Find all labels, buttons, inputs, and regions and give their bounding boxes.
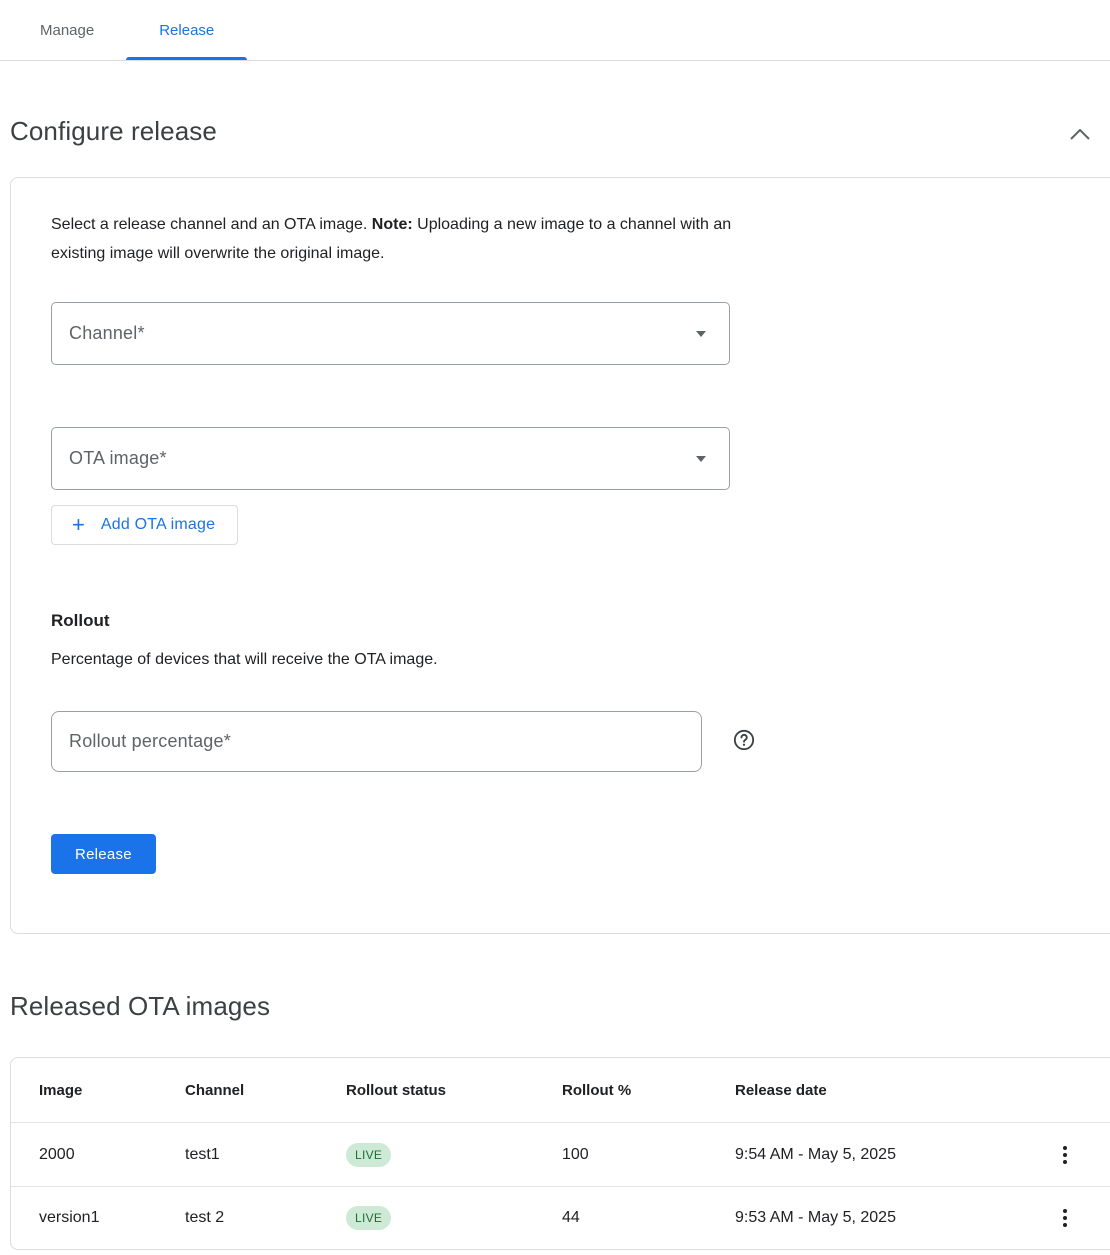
kebab-menu-icon: [1063, 1209, 1067, 1227]
rollout-help-button[interactable]: [733, 729, 755, 754]
tab-release[interactable]: Release: [126, 0, 247, 60]
cell-channel: test1: [185, 1146, 346, 1164]
live-status-badge: LIVE: [346, 1206, 391, 1230]
table-row: version1 test 2 LIVE 44 9:53 AM - May 5,…: [11, 1186, 1110, 1249]
collapse-section-button[interactable]: [1064, 121, 1096, 152]
released-ota-images-title: Released OTA images: [10, 988, 1110, 1024]
release-instructions: Select a release channel and an OTA imag…: [51, 210, 741, 268]
table-header-row: Image Channel Rollout status Rollout % R…: [11, 1058, 1110, 1123]
help-icon: [733, 729, 755, 754]
add-ota-image-button[interactable]: + Add OTA image: [51, 505, 238, 545]
column-header-image: Image: [39, 1082, 185, 1099]
instructions-text: Select a release channel and an OTA imag…: [51, 216, 372, 233]
column-header-channel: Channel: [185, 1082, 346, 1099]
cell-rollout-status: LIVE: [346, 1143, 562, 1167]
cell-rollout-percent: 44: [562, 1209, 735, 1227]
release-button[interactable]: Release: [51, 834, 156, 874]
tab-bar: Manage Release: [0, 0, 1110, 61]
instructions-note-label: Note:: [372, 216, 413, 233]
row-actions-menu-button[interactable]: [1049, 1202, 1081, 1234]
tab-manage[interactable]: Manage: [16, 0, 118, 60]
cell-image: version1: [39, 1209, 185, 1227]
dropdown-arrow-icon: [695, 450, 707, 468]
ota-image-select-label: OTA image*: [69, 448, 167, 469]
dropdown-arrow-icon: [695, 325, 707, 343]
configure-release-header: Configure release: [10, 113, 1096, 152]
add-ota-image-button-label: Add OTA image: [101, 516, 215, 534]
cell-channel: test 2: [185, 1209, 346, 1227]
rollout-percentage-input[interactable]: [51, 711, 702, 772]
configure-release-title: Configure release: [10, 113, 217, 149]
ota-image-select[interactable]: OTA image*: [51, 427, 730, 490]
chevron-up-icon: [1068, 133, 1092, 148]
column-header-release-date: Release date: [735, 1082, 1041, 1099]
channel-select[interactable]: Channel*: [51, 302, 730, 365]
cell-rollout-percent: 100: [562, 1146, 735, 1164]
column-header-rollout-percent: Rollout %: [562, 1082, 735, 1099]
column-header-rollout-status: Rollout status: [346, 1082, 562, 1099]
kebab-menu-icon: [1063, 1146, 1067, 1164]
channel-select-label: Channel*: [69, 323, 145, 344]
cell-image: 2000: [39, 1146, 185, 1164]
rollout-heading: Rollout: [51, 611, 1089, 631]
rollout-percentage-row: [51, 711, 1089, 772]
plus-icon: +: [72, 514, 85, 536]
cell-rollout-status: LIVE: [346, 1206, 562, 1230]
configure-release-card: Select a release channel and an OTA imag…: [10, 177, 1110, 934]
table-row: 2000 test1 LIVE 100 9:54 AM - May 5, 202…: [11, 1123, 1110, 1186]
cell-release-date: 9:53 AM - May 5, 2025: [735, 1209, 1041, 1227]
rollout-description: Percentage of devices that will receive …: [51, 651, 1089, 669]
row-actions-menu-button[interactable]: [1049, 1139, 1081, 1171]
released-images-table: Image Channel Rollout status Rollout % R…: [10, 1057, 1110, 1250]
cell-release-date: 9:54 AM - May 5, 2025: [735, 1146, 1041, 1164]
live-status-badge: LIVE: [346, 1143, 391, 1167]
